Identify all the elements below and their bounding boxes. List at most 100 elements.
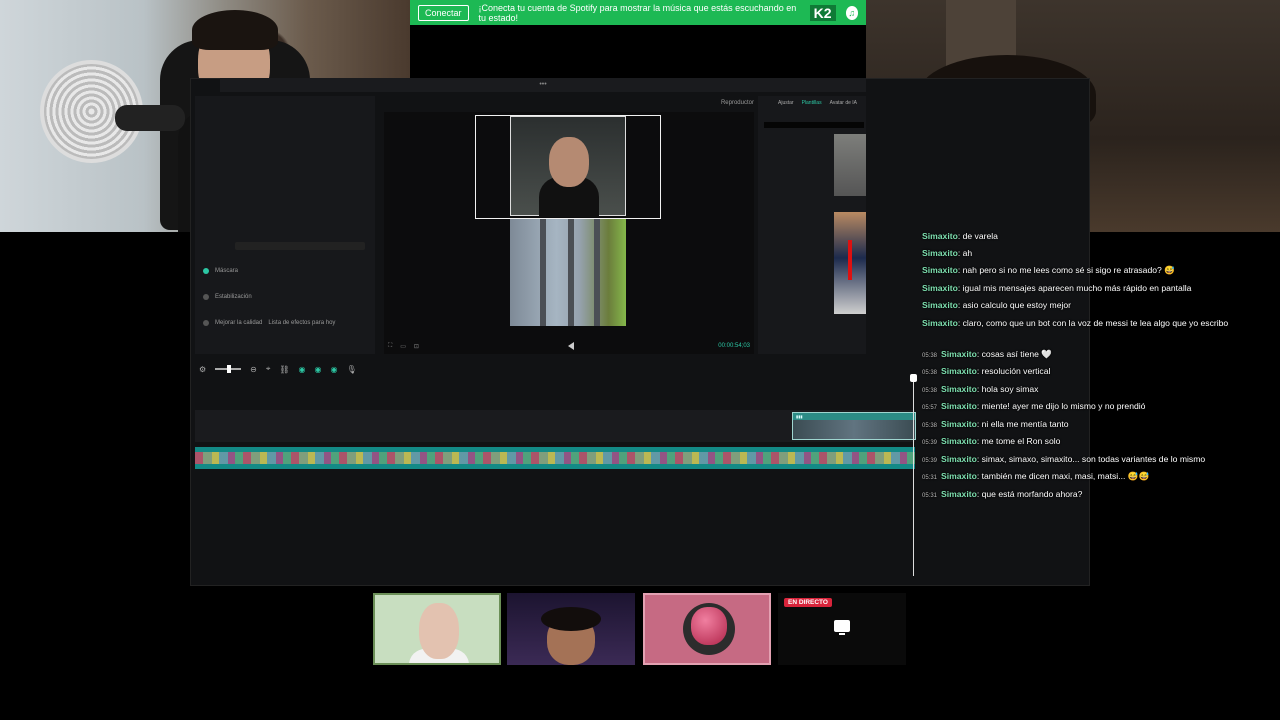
chat-text: : resolución vertical bbox=[976, 366, 1051, 376]
tab-plantillas[interactable]: Plantillas bbox=[802, 100, 822, 106]
chat-message: Simaxito: claro, como que un bot con la … bbox=[922, 316, 1262, 330]
chat-timestamp: 05:39 bbox=[922, 440, 938, 446]
chat-username: Simaxito bbox=[922, 318, 958, 328]
left-panel-item[interactable]: Estabilización bbox=[203, 294, 252, 300]
chat-timestamp: 05:39 bbox=[922, 458, 938, 464]
snapshot-icon[interactable]: ⊡ bbox=[414, 343, 419, 350]
editor-left-panel: Máscara Estabilización Mejorar la calida… bbox=[195, 96, 375, 354]
settings-icon[interactable]: ⚙ bbox=[199, 365, 206, 374]
chat-message: 05:39 Simaxito: me tome el Ron solo bbox=[922, 436, 1060, 446]
chat-text: : claro, como que un bot con la voz de m… bbox=[957, 318, 1229, 328]
screen-share-tile[interactable]: EN DIRECTO bbox=[778, 593, 906, 665]
participant-face bbox=[419, 603, 459, 659]
zoom-icon[interactable]: ⊖ bbox=[250, 365, 257, 374]
magnet-icon[interactable]: ◉ bbox=[299, 365, 306, 374]
chat-timestamp: 05:57 bbox=[922, 405, 938, 411]
k2-logo: K2 bbox=[809, 4, 836, 21]
chat-username: Simaxito bbox=[941, 471, 977, 481]
participant-tile[interactable] bbox=[373, 593, 501, 665]
rail bbox=[594, 218, 600, 326]
chat-message: 05:57 Simaxito: miente! ayer me dijo lo m… bbox=[922, 401, 1145, 411]
link-icon[interactable]: ⛓ bbox=[279, 365, 289, 374]
preview-controls: ⛶ ▭ ⊡ 00:00:54;03 bbox=[388, 340, 750, 352]
crop-icon[interactable]: ▭ bbox=[400, 343, 406, 350]
participant-tile[interactable] bbox=[643, 593, 771, 665]
chat-username: Simaxito bbox=[922, 300, 958, 310]
chat-message: 05:31 Simaxito: también me dicen maxi, ma… bbox=[922, 471, 1149, 482]
chat-username: Simaxito bbox=[941, 401, 977, 411]
chat-message: 05:38 Simaxito: hola soy simax bbox=[922, 384, 1038, 394]
editor-titlebar: ••• bbox=[220, 78, 866, 92]
chat-message: 05:38 Simaxito: ni ella me mentía tanto bbox=[922, 419, 1069, 429]
chat-message: Simaxito: asio calculo que estoy mejor bbox=[922, 300, 1071, 310]
chat-message: 05:31 Simaxito: que está morfando ahora? bbox=[922, 489, 1082, 499]
spotify-icon: ♫ bbox=[845, 5, 858, 20]
thumbnail-detail bbox=[848, 240, 852, 280]
chat-message: Simaxito: nah pero si no me lees como sé… bbox=[922, 265, 1175, 276]
template-thumbnail[interactable] bbox=[834, 212, 866, 314]
chat-text: : cosas así tiene 🤍 bbox=[976, 349, 1053, 359]
spotify-connect-button[interactable]: Conectar bbox=[418, 4, 469, 21]
chat-username: Simaxito bbox=[941, 366, 977, 376]
track-icon[interactable]: ◉ bbox=[315, 365, 322, 374]
left-panel-toolbar[interactable] bbox=[235, 242, 365, 250]
overlay-clip[interactable]: ▮▮▮ bbox=[792, 412, 916, 440]
chat-text: : nah pero si no me lees como sé si sigo… bbox=[957, 265, 1175, 275]
live-badge: EN DIRECTO bbox=[784, 598, 832, 607]
snap-icon[interactable]: ⌖ bbox=[266, 364, 271, 374]
chat-timestamp: 05:31 bbox=[922, 475, 938, 481]
fullscreen-icon[interactable]: ⛶ bbox=[388, 343, 392, 350]
chat-text: : de varela bbox=[957, 231, 998, 241]
rail bbox=[540, 218, 546, 326]
toggle-icon bbox=[203, 320, 209, 326]
streamer-hair bbox=[192, 10, 278, 50]
play-icon[interactable] bbox=[568, 342, 574, 350]
zoom-slider[interactable] bbox=[215, 365, 242, 373]
spotify-banner-message: ¡Conecta tu cuenta de Spotify para mostr… bbox=[478, 2, 797, 23]
ripple-icon[interactable]: ◉ bbox=[331, 365, 338, 374]
tab-ajustar[interactable]: Ajustar bbox=[778, 100, 794, 106]
left-panel-item[interactable]: Mejorar la calidad Lista de efectos para … bbox=[203, 320, 335, 326]
chat-timestamp: 05:38 bbox=[922, 370, 938, 376]
timeline-toolbar: ⚙ ⊖ ⌖ ⛓ ◉ ◉ ◉ 🎙 bbox=[195, 362, 917, 376]
right-panel-tabs: Ajustar Plantillas Avatar de IA bbox=[778, 100, 857, 106]
chat-message: 05:38 Simaxito: cosas así tiene 🤍 bbox=[922, 349, 1052, 360]
template-thumbnail[interactable] bbox=[834, 134, 866, 196]
chat-text: : asio calculo que estoy mejor bbox=[957, 300, 1072, 310]
chat-timestamp: 05:38 bbox=[922, 353, 938, 359]
chat-message: Simaxito: igual mis mensajes aparecen mu… bbox=[922, 283, 1191, 293]
toggle-icon bbox=[203, 268, 209, 274]
chat-text: : miente! ayer me dijo lo mismo y no pre… bbox=[976, 401, 1146, 411]
left-panel-item-label: Estabilización bbox=[215, 294, 252, 300]
participant-tile[interactable] bbox=[507, 593, 635, 665]
left-panel-item-label: Lista de efectos para hoy bbox=[268, 320, 336, 326]
main-video-track[interactable] bbox=[195, 447, 915, 469]
chat-username: Simaxito bbox=[941, 419, 977, 429]
spotify-banner: Conectar ¡Conecta tu cuenta de Spotify p… bbox=[410, 0, 866, 25]
mic-icon[interactable]: 🎙 bbox=[347, 365, 357, 374]
toggle-icon bbox=[203, 294, 209, 300]
microphone bbox=[115, 105, 185, 131]
chat-message: Simaxito: de varela bbox=[922, 231, 998, 241]
selection-box[interactable] bbox=[475, 115, 661, 219]
left-panel-item-label: Mejorar la calidad bbox=[215, 320, 263, 326]
chat-overlay: Simaxito: de varela Simaxito: ah Simaxit… bbox=[918, 228, 1278, 508]
rail bbox=[568, 218, 574, 326]
chat-username: Simaxito bbox=[922, 283, 958, 293]
chat-text: : que está morfando ahora? bbox=[976, 489, 1083, 499]
screen-share-icon bbox=[834, 620, 850, 635]
participant-hair bbox=[541, 607, 601, 631]
tab-avatar[interactable]: Avatar de IA bbox=[830, 100, 857, 106]
playhead-handle[interactable] bbox=[910, 374, 917, 382]
left-panel-item[interactable]: Máscara bbox=[203, 268, 238, 274]
chat-text: : simax, simaxo, simaxito... son todas v… bbox=[976, 454, 1206, 464]
clip-thumbnails bbox=[195, 452, 915, 464]
preview-label: Reproductor bbox=[720, 100, 754, 106]
chat-text: : igual mis mensajes aparecen mucho más … bbox=[957, 283, 1192, 293]
left-panel-item-label: Máscara bbox=[215, 268, 239, 274]
chat-timestamp: 05:31 bbox=[922, 493, 938, 499]
search-bar[interactable] bbox=[764, 122, 864, 128]
chat-message: 05:38 Simaxito: resolución vertical bbox=[922, 366, 1050, 376]
playhead[interactable] bbox=[913, 376, 914, 576]
chat-message: 05:39 Simaxito: simax, simaxo, simaxito..… bbox=[922, 454, 1205, 464]
